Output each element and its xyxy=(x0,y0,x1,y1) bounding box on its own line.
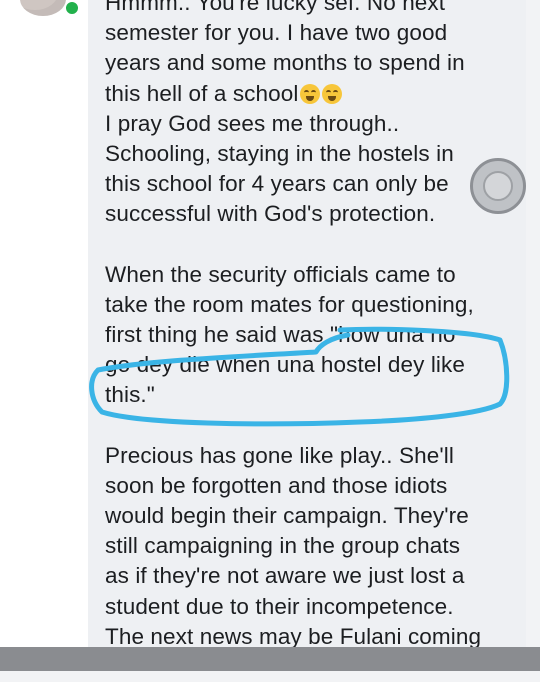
comment-line: this." xyxy=(105,382,155,408)
comment-line: years and some months to spend in xyxy=(105,50,465,76)
comment-line: go dey die when una hostel dey like xyxy=(105,352,465,378)
comment-line: Precious has gone like play.. She'll xyxy=(105,442,454,468)
comment-line: When the security officials came to xyxy=(105,261,456,287)
assistive-touch-inner-ring xyxy=(483,171,513,201)
comment-line: Schooling, staying in the hostels in xyxy=(105,141,454,167)
comment-paragraph-2: When the security officials came to take… xyxy=(105,260,525,411)
comment-line: I pray God sees me through.. xyxy=(105,110,400,136)
crying-face-icon xyxy=(300,83,321,104)
comment-paragraph-1: Hmmm.. You're lucky sef. No next semeste… xyxy=(105,0,525,230)
comment-line: semester for you. I have two good xyxy=(105,20,448,46)
comment-line: Hmmm.. You're lucky sef. No next xyxy=(105,0,446,15)
comment-line: as if they're not aware we just lost a xyxy=(105,563,465,589)
comment-line: successful with God's protection. xyxy=(105,201,436,227)
comment-line: still campaigning in the group chats xyxy=(105,533,461,559)
comment-line: take the room mates for questioning, xyxy=(105,291,474,317)
comment-line: soon be forgotten and those idiots xyxy=(105,472,448,498)
comment-line: would begin their campaign. They're xyxy=(105,503,469,529)
online-status-icon xyxy=(64,0,80,16)
floating-assistive-touch-button[interactable] xyxy=(470,158,526,214)
left-gutter xyxy=(0,0,90,671)
comment-line: this school for 4 years can only be xyxy=(105,171,449,197)
bottom-shadow-bar xyxy=(0,647,540,671)
comment-line: first thing he said was "how una no xyxy=(105,322,456,348)
comment-paragraph-3: Precious has gone like play.. She'll soo… xyxy=(105,441,525,652)
comment-line: this hell of a school xyxy=(105,80,299,106)
comment-text: Hmmm.. You're lucky sef. No next semeste… xyxy=(105,0,525,682)
avatar[interactable] xyxy=(20,0,66,16)
crying-face-icon xyxy=(322,83,343,104)
comment-line-with-emoji: this hell of a school xyxy=(105,79,525,109)
comment-line: student due to their incompetence. xyxy=(105,593,454,619)
